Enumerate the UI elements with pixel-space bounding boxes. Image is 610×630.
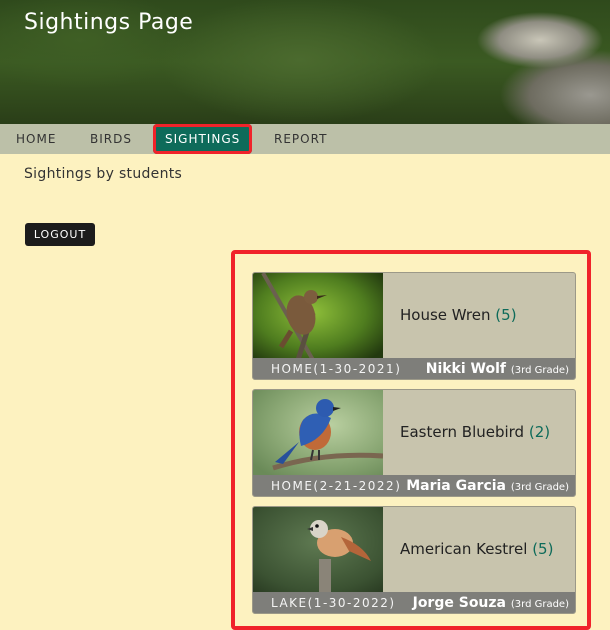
sighting-count: (5) bbox=[495, 306, 517, 324]
nav-item-birds[interactable]: BIRDS bbox=[90, 124, 132, 154]
sighting-card[interactable]: House Wren (5) HOME(1-30-2021) Nikki Wol… bbox=[252, 272, 576, 380]
card-footer: LAKE(1-30-2022) Jorge Souza (3rd Grade) bbox=[253, 592, 575, 613]
card-footer: HOME(2-21-2022) Maria Garcia (3rd Grade) bbox=[253, 475, 575, 496]
nav-item-home[interactable]: HOME bbox=[16, 124, 56, 154]
bird-photo bbox=[253, 507, 383, 594]
bird-name: American Kestrel (5) bbox=[400, 540, 554, 558]
nav-bar: HOME BIRDS SIGHTINGS REPORT bbox=[0, 124, 610, 154]
sighting-location: HOME(1-30-2021) bbox=[271, 362, 402, 376]
student-name: Maria Garcia (3rd Grade) bbox=[406, 478, 569, 494]
logout-button[interactable]: LOGOUT bbox=[25, 223, 95, 246]
sighting-count: (5) bbox=[532, 540, 554, 558]
card-footer: HOME(1-30-2021) Nikki Wolf (3rd Grade) bbox=[253, 358, 575, 379]
nav-item-sightings[interactable]: SIGHTINGS bbox=[153, 124, 253, 154]
sighting-count: (2) bbox=[528, 423, 551, 441]
page-subtitle: Sightings by students bbox=[24, 166, 183, 182]
bird-name: Eastern Bluebird (2) bbox=[400, 423, 551, 441]
student-grade: (3rd Grade) bbox=[510, 599, 569, 610]
sighting-location: LAKE(1-30-2022) bbox=[271, 596, 396, 610]
page-title: Sightings Page bbox=[24, 10, 194, 35]
sighting-location: HOME(2-21-2022) bbox=[271, 479, 402, 493]
student-name: Jorge Souza (3rd Grade) bbox=[412, 595, 569, 611]
student-grade: (3rd Grade) bbox=[510, 482, 569, 493]
student-name: Nikki Wolf (3rd Grade) bbox=[425, 361, 569, 377]
sighting-card[interactable]: Eastern Bluebird (2) HOME(2-21-2022) Mar… bbox=[252, 389, 576, 497]
bird-photo bbox=[253, 390, 383, 477]
nav-item-report[interactable]: REPORT bbox=[274, 124, 327, 154]
student-grade: (3rd Grade) bbox=[510, 365, 569, 376]
bird-photo bbox=[253, 273, 383, 360]
sighting-card[interactable]: American Kestrel (5) LAKE(1-30-2022) Jor… bbox=[252, 506, 576, 614]
header-banner: Sightings Page bbox=[0, 0, 610, 124]
bird-name: House Wren (5) bbox=[400, 306, 517, 324]
